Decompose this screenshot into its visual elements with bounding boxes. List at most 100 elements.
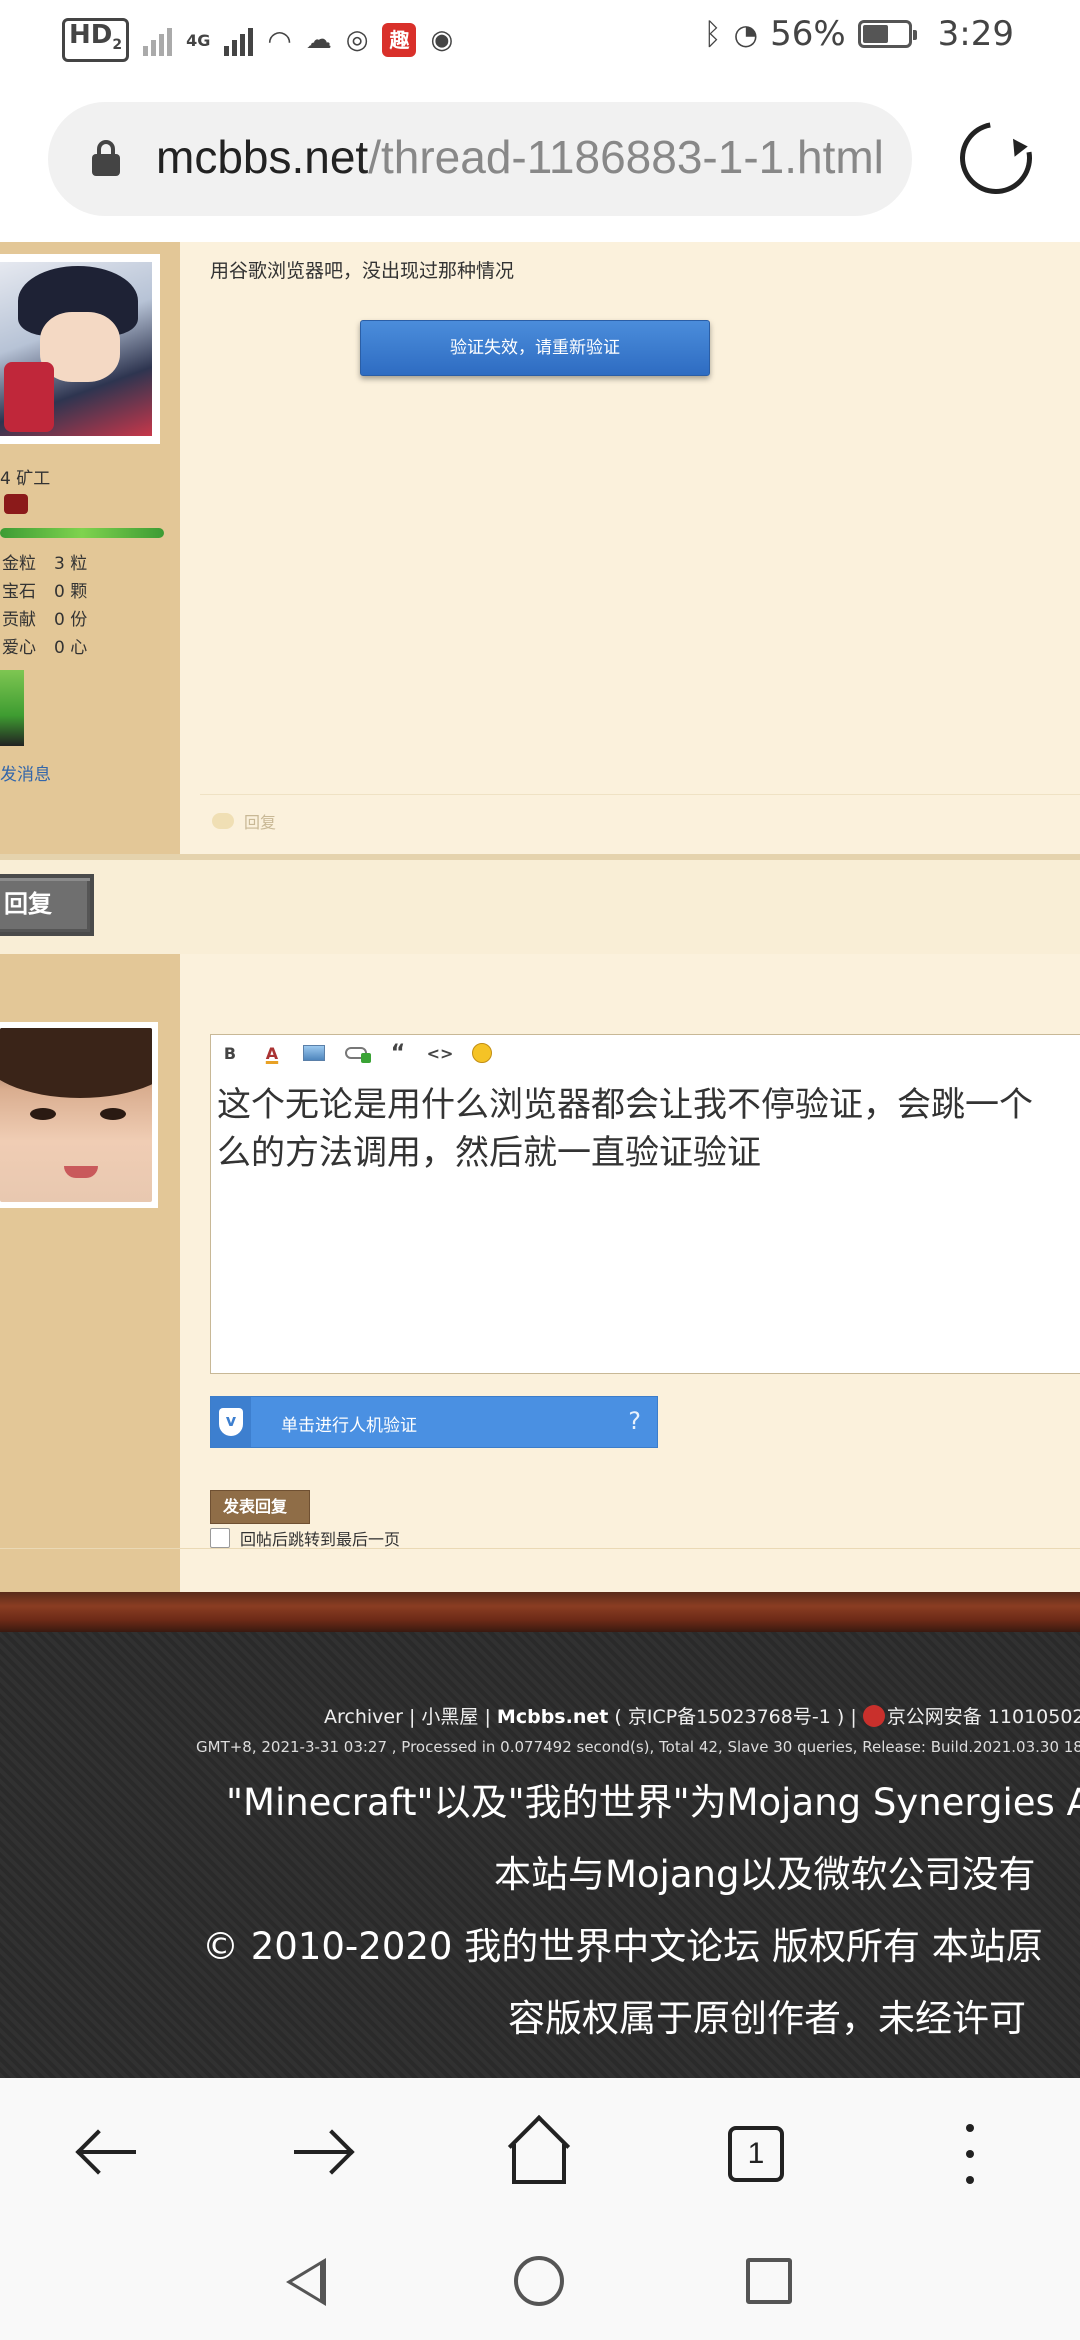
- lock-icon[interactable]: [92, 140, 120, 176]
- editor-text[interactable]: 这个无论是用什么浏览器都会让我不停验证，会跳一个 么的方法调用，然后就一直验证验…: [217, 1081, 1080, 1177]
- wifi-icon: ◠: [267, 23, 292, 57]
- rank-icon: [4, 494, 28, 514]
- author-avatar[interactable]: [0, 254, 160, 444]
- blacklist-link[interactable]: 小黑屋: [421, 1706, 478, 1728]
- icp-link[interactable]: ( 京ICP备15023768号-1 ): [614, 1706, 844, 1728]
- smiley-button[interactable]: [471, 1042, 493, 1064]
- url-path: /thread-1186883-1-1.html: [368, 131, 884, 183]
- send-message-link[interactable]: 发消息: [0, 760, 51, 785]
- form-divider: [0, 1548, 1080, 1549]
- status-bar: HD2 4G ◠ ☁ ◎ 趣 ◉ ᛒ ◔ 56% 3:29: [0, 0, 1080, 78]
- smiley-icon: [472, 1043, 492, 1063]
- app-notification-icon: 趣: [382, 23, 417, 58]
- speed-icon: ◔: [733, 17, 759, 51]
- footer-copyright-line: "Minecraft"以及"我的世界"为Mojang Synergies A: [226, 1781, 1080, 1824]
- post-content: 用谷歌浏览器吧，没出现过那种情况 验证失效，请重新验证 回复: [180, 242, 1080, 854]
- reload-icon[interactable]: [945, 107, 1047, 209]
- post-author-sidebar: 4 矿工 金粒 3 粒 宝石 0 颗 贡献 0 份 爱心 0 心 发消息: [0, 242, 180, 854]
- system-back-icon[interactable]: [286, 2258, 326, 2306]
- verify-failed-button[interactable]: 验证失效，请重新验证: [360, 320, 710, 376]
- stat-label: 爱心: [2, 638, 36, 658]
- network-type: 4G: [186, 30, 211, 50]
- editor-line: 么的方法调用，然后就一直验证验证: [217, 1133, 761, 1173]
- signal-icon: [143, 24, 173, 57]
- reply-link[interactable]: 回复: [212, 809, 276, 833]
- forward-button[interactable]: [288, 2118, 358, 2188]
- quote-button[interactable]: “: [387, 1041, 409, 1066]
- battery-icon: [857, 20, 917, 48]
- reply-section-tab: 回复: [0, 874, 94, 936]
- jump-checkbox-label: 回帖后跳转到最后一页: [240, 1530, 401, 1549]
- link-icon: [345, 1047, 371, 1063]
- stat-row: 金粒 3 粒: [2, 550, 87, 578]
- code-button[interactable]: <>: [427, 1042, 454, 1064]
- stat-row: 宝石 0 颗: [2, 578, 87, 606]
- bold-button[interactable]: B: [219, 1042, 241, 1064]
- jump-last-page-option[interactable]: 回帖后跳转到最后一页: [210, 1526, 400, 1550]
- footer-copyright-line: 本站与Mojang以及微软公司没有: [494, 1853, 1036, 1896]
- submit-reply-button[interactable]: 发表回复: [210, 1490, 310, 1524]
- system-home-icon[interactable]: [514, 2256, 564, 2306]
- insert-link-button[interactable]: [345, 1042, 371, 1064]
- stat-row: 爱心 0 心: [2, 634, 87, 662]
- system-recents-icon[interactable]: [746, 2258, 792, 2304]
- address-bar[interactable]: mcbbs.net/thread-1186883-1-1.html: [48, 102, 912, 216]
- back-arrow-icon: [80, 2150, 136, 2154]
- police-record-link[interactable]: 京公网安备 110105020: [887, 1706, 1080, 1728]
- bluetooth-icon: ᛒ: [703, 16, 722, 52]
- current-user-avatar[interactable]: [0, 1022, 158, 1208]
- reply-link-label: 回复: [244, 813, 277, 832]
- hd-indicator: HD2: [62, 18, 130, 63]
- stat-label: 宝石: [2, 582, 36, 602]
- text-color-button[interactable]: A: [261, 1042, 283, 1064]
- more-menu-icon: [966, 2124, 974, 2184]
- battery-fill: [862, 25, 888, 43]
- menu-button[interactable]: [936, 2118, 1006, 2188]
- tab-count: 1: [728, 2126, 784, 2182]
- editor-toolbar: B A “ <>: [211, 1035, 1080, 1071]
- footer-separator: |: [850, 1706, 857, 1728]
- back-button[interactable]: [72, 2118, 142, 2188]
- user-stats: 金粒 3 粒 宝石 0 颗 贡献 0 份 爱心 0 心: [2, 550, 87, 662]
- footer-separator: |: [408, 1706, 416, 1728]
- home-button[interactable]: [504, 2114, 574, 2188]
- medal-icon[interactable]: [0, 670, 24, 746]
- url-text[interactable]: mcbbs.net/thread-1186883-1-1.html: [156, 130, 884, 184]
- shield-icon: v: [219, 1408, 243, 1436]
- image-icon: [303, 1045, 325, 1061]
- signal-icon-2: [224, 24, 254, 57]
- rank-progress-bar: [0, 528, 164, 538]
- hd-sub: 2: [112, 37, 123, 54]
- site-name-link[interactable]: Mcbbs.net: [497, 1706, 608, 1728]
- archiver-link[interactable]: Archiver: [324, 1706, 403, 1728]
- clock: 3:29: [937, 14, 1014, 54]
- captcha-help-icon[interactable]: ?: [628, 1407, 641, 1435]
- stat-row: 贡献 0 份: [2, 606, 87, 634]
- stat-value: 0 颗: [54, 582, 88, 602]
- footer-copyright-line: © 2010-2020 我的世界中文论坛 版权所有 本站原: [202, 1925, 1043, 1968]
- home-icon: [512, 2144, 566, 2184]
- stat-label: 金粒: [2, 554, 36, 574]
- tabs-button[interactable]: 1: [720, 2118, 790, 2188]
- jump-checkbox[interactable]: [210, 1528, 230, 1548]
- stat-value: 3 粒: [54, 554, 88, 574]
- insert-image-button[interactable]: [303, 1042, 325, 1064]
- captcha-button[interactable]: v 单击进行人机验证 ?: [210, 1396, 658, 1448]
- post-divider: [200, 794, 1080, 795]
- reply-editor[interactable]: B A “ <> 这个无论是用什么浏览器都会让我不停验证，会跳一个 么的方法调用…: [210, 1034, 1080, 1374]
- stat-label: 贡献: [2, 610, 36, 630]
- hd-label: HD: [69, 20, 113, 50]
- status-left: HD2 4G ◠ ☁ ◎ 趣 ◉: [62, 18, 454, 63]
- system-nav-bar: [0, 2220, 1080, 2340]
- footer-stats: GMT+8, 2021-3-31 03:27 , Processed in 0.…: [196, 1738, 1080, 1756]
- editor-line: 这个无论是用什么浏览器都会让我不停验证，会跳一个: [217, 1085, 1033, 1125]
- post-text: 用谷歌浏览器吧，没出现过那种情况: [210, 260, 515, 282]
- footer-separator: |: [484, 1706, 491, 1728]
- footer-border: [0, 1592, 1080, 1632]
- stat-value: 0 份: [54, 610, 88, 630]
- browser-toolbar: mcbbs.net/thread-1186883-1-1.html: [0, 78, 1080, 242]
- sync-icon: ◎: [345, 25, 369, 56]
- footer-copyright-line: 容版权属于原创作者，未经许可: [508, 1997, 1026, 2040]
- location-icon: ◉: [430, 25, 454, 56]
- police-badge-icon: [862, 1705, 885, 1727]
